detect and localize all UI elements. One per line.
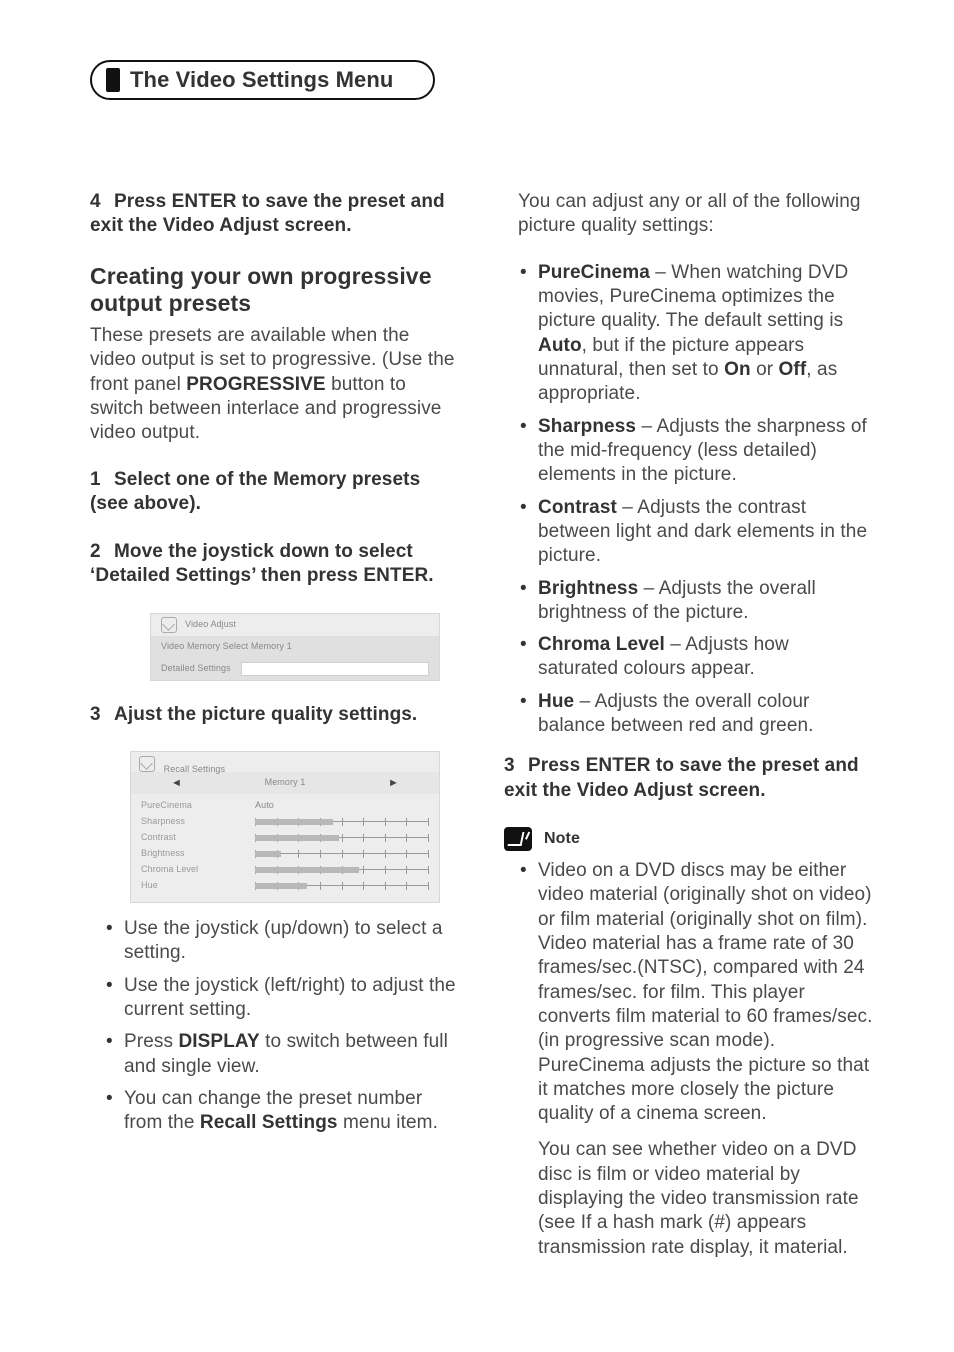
bullet-recall: You can change the preset number from th… bbox=[106, 1087, 460, 1136]
chapter-tab-marker bbox=[106, 68, 120, 92]
bullet-joystick-leftright: Use the joystick (left/right) to adjust … bbox=[106, 974, 460, 1023]
ui2-line-contrast: Contrast bbox=[141, 830, 429, 846]
off-label: Off bbox=[779, 359, 807, 380]
chapter-tab: The Video Settings Menu bbox=[90, 60, 435, 100]
step-3-left-text: Ajust the picture quality settings. bbox=[114, 704, 417, 725]
page-icon bbox=[161, 617, 177, 633]
note-label: Note bbox=[544, 829, 580, 849]
item-purecinema: PureCinema – When watching DVD movies, P… bbox=[520, 261, 874, 407]
ui-row-label: Detailed Settings bbox=[161, 663, 231, 675]
bullet-display-pre: Press bbox=[124, 1031, 178, 1052]
bullet-joystick-updown: Use the joystick (up/down) to select a s… bbox=[106, 917, 460, 966]
ui2-slider bbox=[255, 834, 429, 842]
ui2-slider bbox=[255, 866, 429, 874]
ui2-lbl: Brightness bbox=[141, 848, 251, 860]
left-column: 4Press ENTER to save the preset and exit… bbox=[90, 190, 460, 1260]
ui2-nav: ◄ Memory 1 ► bbox=[131, 772, 439, 794]
ui2-line-brightness: Brightness bbox=[141, 846, 429, 862]
ui2-lbl: PureCinema bbox=[141, 800, 251, 812]
right-lead: You can adjust any or all of the followi… bbox=[518, 190, 874, 239]
settings-list: PureCinema – When watching DVD movies, P… bbox=[520, 261, 874, 739]
subheading-progressive-presets: Creating your own progressive output pre… bbox=[90, 263, 460, 318]
auto-label: Auto bbox=[538, 335, 582, 356]
ui2-slider bbox=[255, 850, 429, 858]
item-contrast: Contrast – Adjusts the contrast between … bbox=[520, 496, 874, 569]
ui2-lbl: Sharpness bbox=[141, 816, 251, 828]
ui2-lbl: Chroma Level bbox=[141, 864, 251, 876]
step-3-right: 3Press ENTER to save the preset and exit… bbox=[504, 754, 874, 803]
ui2-line-hue: Hue bbox=[141, 878, 429, 894]
item-name: Hue bbox=[538, 691, 574, 712]
left-bullets: Use the joystick (up/down) to select a s… bbox=[106, 917, 460, 1136]
note-body: Video on a DVD discs may be either video… bbox=[520, 859, 874, 1126]
step-1-text: Select one of the Memory presets (see ab… bbox=[90, 469, 420, 514]
item-name: Contrast bbox=[538, 497, 617, 518]
note-follow: You can see whether video on a DVD disc … bbox=[538, 1138, 874, 1260]
ui-title: Video Adjust bbox=[185, 619, 236, 631]
step-number: 3 bbox=[90, 703, 114, 727]
ui2-slider bbox=[255, 882, 429, 890]
ui-row-text: Video Memory Select Memory 1 bbox=[161, 641, 292, 653]
display-button-label: DISPLAY bbox=[178, 1031, 259, 1052]
ui2-memory-label: Memory 1 bbox=[265, 777, 306, 789]
on-label: On bbox=[724, 359, 751, 380]
item-name: PureCinema bbox=[538, 262, 650, 283]
step-3-left: 3Ajust the picture quality settings. bbox=[90, 703, 460, 727]
ui2-header: Recall Settings bbox=[131, 752, 439, 772]
item-sharpness: Sharpness – Adjusts the sharpness of the… bbox=[520, 415, 874, 488]
t: or bbox=[751, 359, 779, 380]
step-number: 1 bbox=[90, 468, 114, 492]
ui-video-adjust-detailed: Recall Settings ◄ Memory 1 ► PureCinema … bbox=[130, 751, 440, 903]
step-number: 4 bbox=[90, 190, 114, 214]
item-chroma-level: Chroma Level – Adjusts how saturated col… bbox=[520, 633, 874, 682]
ui2-lbl: Hue bbox=[141, 880, 251, 892]
note-bullets: Video on a DVD discs may be either video… bbox=[520, 859, 874, 1126]
step-number: 2 bbox=[90, 540, 114, 564]
step-2: 2Move the joystick down to select ‘Detai… bbox=[90, 540, 460, 589]
arrow-left-icon: ◄ bbox=[171, 776, 182, 790]
arrow-right-icon: ► bbox=[388, 776, 399, 790]
page-icon bbox=[139, 756, 155, 772]
bullet-recall-post: menu item. bbox=[338, 1112, 438, 1133]
t: – Adjusts the overall colour balance bet… bbox=[538, 691, 814, 736]
ui2-val: Auto bbox=[255, 800, 274, 812]
note-header: Note bbox=[504, 827, 874, 851]
ui2-body: PureCinema Auto Sharpness Contrast bbox=[131, 794, 439, 902]
recall-settings-label: Recall Settings bbox=[200, 1112, 338, 1133]
step-1: 1Select one of the Memory presets (see a… bbox=[90, 468, 460, 517]
ui2-line-chroma: Chroma Level bbox=[141, 862, 429, 878]
ui2-lbl: Contrast bbox=[141, 832, 251, 844]
intro-paragraph: These presets are available when the vid… bbox=[90, 324, 460, 446]
item-name: Sharpness bbox=[538, 416, 636, 437]
progressive-button-label: PROGRESSIVE bbox=[186, 374, 325, 395]
step-3-right-text: Press ENTER to save the preset and exit … bbox=[504, 755, 859, 800]
right-column: You can adjust any or all of the followi… bbox=[504, 190, 874, 1260]
pencil-note-icon bbox=[504, 827, 532, 851]
ui-header-row: Video Adjust bbox=[151, 614, 439, 636]
two-column-layout: 4Press ENTER to save the preset and exit… bbox=[90, 190, 874, 1260]
ui-row-detailed-settings: Detailed Settings bbox=[151, 658, 439, 680]
ui-highlight-bar bbox=[241, 662, 429, 676]
ui2-line-sharpness: Sharpness bbox=[141, 814, 429, 830]
step-4: 4Press ENTER to save the preset and exit… bbox=[90, 190, 460, 239]
ui2-recall: Recall Settings bbox=[164, 764, 226, 774]
ui2-slider bbox=[255, 818, 429, 826]
step-number: 3 bbox=[504, 754, 528, 778]
item-brightness: Brightness – Adjusts the overall brightn… bbox=[520, 577, 874, 626]
bullet-display: Press DISPLAY to switch between full and… bbox=[106, 1030, 460, 1079]
item-name: Brightness bbox=[538, 578, 638, 599]
step-2-text: Move the joystick down to select ‘Detail… bbox=[90, 541, 434, 586]
item-name: Chroma Level bbox=[538, 634, 665, 655]
item-hue: Hue – Adjusts the overall colour balance… bbox=[520, 690, 874, 739]
chapter-tab-title: The Video Settings Menu bbox=[130, 66, 393, 94]
ui-video-adjust-memory: Video Adjust Video Memory Select Memory … bbox=[150, 613, 440, 681]
step-4-text: Press ENTER to save the preset and exit … bbox=[90, 191, 445, 236]
ui2-line-purecinema: PureCinema Auto bbox=[141, 798, 429, 814]
ui-row-memory-select: Video Memory Select Memory 1 bbox=[151, 636, 439, 658]
